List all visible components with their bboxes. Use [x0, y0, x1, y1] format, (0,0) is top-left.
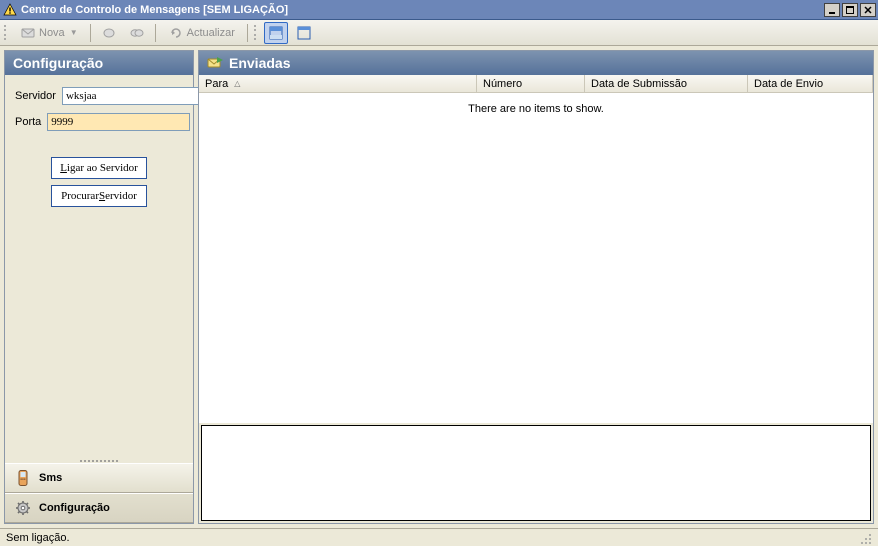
nav-configuracao[interactable]: Configuração [5, 493, 193, 523]
sort-asc-icon: △ [234, 79, 240, 88]
sent-header: Enviadas [199, 51, 873, 75]
status-text: Sem ligação. [6, 532, 70, 544]
toolbar-grip [254, 24, 258, 42]
nova-label: Nova [39, 27, 65, 39]
nav-buttons: Sms Configuração [5, 463, 193, 523]
nav-sms-label: Sms [39, 472, 62, 484]
phone-icon [15, 470, 31, 486]
porta-input[interactable] [47, 113, 190, 131]
procurar-servidor-button[interactable]: Procurar Servidor [51, 185, 147, 207]
view-list-icon [296, 25, 312, 41]
nav-sms[interactable]: Sms [5, 463, 193, 493]
detail-box [201, 425, 871, 521]
statusbar: Sem ligação. [0, 528, 878, 546]
col-numero[interactable]: Número [477, 75, 585, 92]
reply-all-button[interactable] [125, 22, 149, 44]
window-controls [822, 3, 876, 17]
column-headers: Para △ Número Data de Submissão Data de … [199, 75, 873, 93]
minimize-button[interactable] [824, 3, 840, 17]
col-data-submissao[interactable]: Data de Submissão [585, 75, 748, 92]
view-list-button[interactable] [292, 22, 316, 44]
sent-header-label: Enviadas [229, 55, 290, 71]
view-detail-icon [268, 25, 284, 41]
empty-text: There are no items to show. [468, 103, 604, 423]
grid-body: There are no items to show. [199, 93, 873, 423]
chevron-down-icon: ▼ [70, 28, 78, 37]
config-body: Servidor Porta Ligar ao Servidor Procura… [5, 75, 193, 457]
ligar-servidor-button[interactable]: Ligar ao Servidor [51, 157, 147, 179]
reply-all-icon [129, 25, 145, 41]
reply-button[interactable] [97, 22, 121, 44]
view-detail-button[interactable] [264, 22, 288, 44]
window-title: Centro de Controlo de Mensagens [SEM LIG… [21, 4, 822, 16]
actualizar-button[interactable]: Actualizar [162, 22, 241, 44]
servidor-row: Servidor [15, 87, 183, 105]
actualizar-label: Actualizar [187, 27, 235, 39]
toolbar-separator [247, 24, 248, 42]
gear-icon [15, 500, 31, 516]
resize-grip[interactable] [858, 531, 872, 545]
toolbar-separator [90, 24, 91, 42]
reply-icon [101, 25, 117, 41]
grid-area: Para △ Número Data de Submissão Data de … [199, 75, 873, 423]
maximize-button[interactable] [842, 3, 858, 17]
titlebar: Centro de Controlo de Mensagens [SEM LIG… [0, 0, 878, 20]
close-button[interactable] [860, 3, 876, 17]
toolbar-separator [155, 24, 156, 42]
refresh-icon [168, 25, 184, 41]
left-pane: Configuração Servidor Porta Ligar ao Ser… [4, 50, 194, 524]
new-message-icon [20, 25, 36, 41]
servidor-input[interactable] [62, 87, 205, 105]
servidor-label: Servidor [15, 90, 56, 102]
config-buttons: Ligar ao Servidor Procurar Servidor [15, 157, 183, 207]
app-warning-icon [2, 2, 18, 18]
right-pane: Enviadas Para △ Número Data de Submissão… [198, 50, 874, 524]
porta-row: Porta [15, 113, 183, 131]
config-header: Configuração [5, 51, 193, 75]
porta-label: Porta [15, 116, 41, 128]
main-area: Configuração Servidor Porta Ligar ao Ser… [0, 46, 878, 528]
sent-icon [207, 55, 223, 71]
nova-button[interactable]: Nova ▼ [14, 22, 84, 44]
toolbar-grip [4, 24, 8, 42]
nav-config-label: Configuração [39, 502, 110, 514]
toolbar: Nova ▼ Actualizar [0, 20, 878, 46]
col-data-envio[interactable]: Data de Envio [748, 75, 873, 92]
col-para[interactable]: Para △ [199, 75, 477, 92]
